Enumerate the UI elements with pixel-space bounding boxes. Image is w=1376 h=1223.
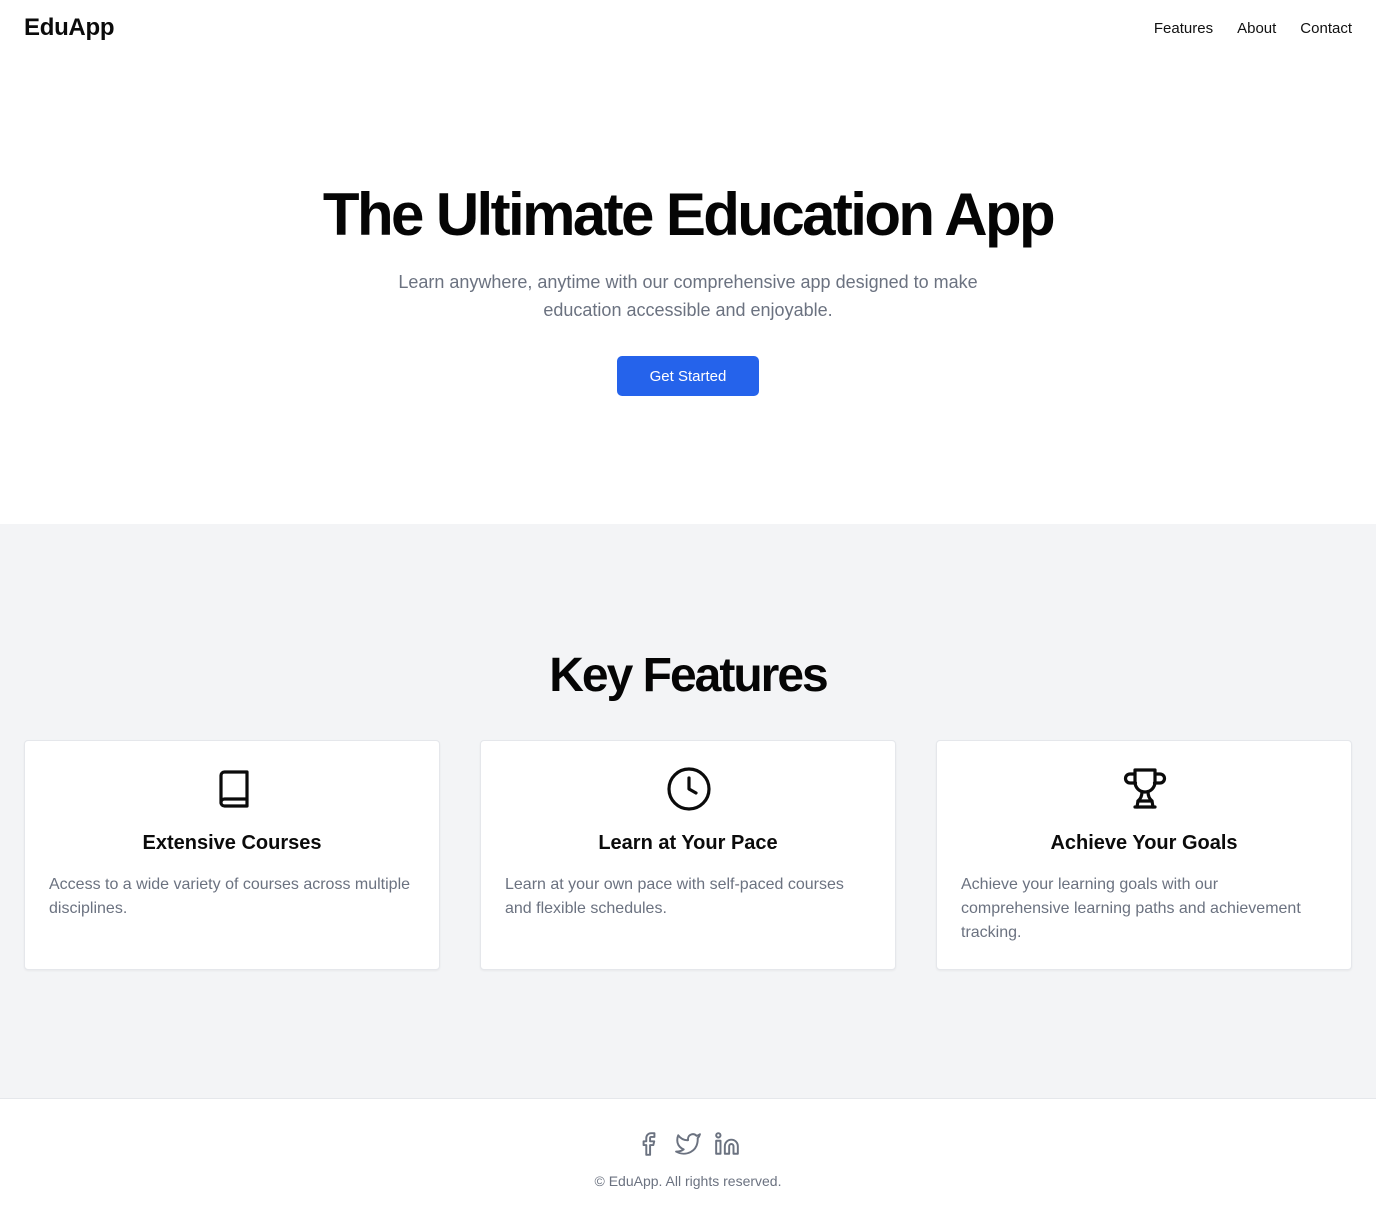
features-section: Key Features Extensive Courses Access to… xyxy=(0,524,1376,1098)
brand-logo[interactable]: EduApp xyxy=(24,14,114,42)
nav-link-contact[interactable]: Contact xyxy=(1300,20,1352,37)
site-header: EduApp Features About Contact xyxy=(0,0,1376,56)
features-title: Key Features xyxy=(549,649,828,702)
feature-description: Access to a wide variety of courses acro… xyxy=(49,876,411,917)
trophy-icon xyxy=(1123,768,1167,809)
hero-subtitle: Learn anywhere, anytime with our compreh… xyxy=(398,272,978,320)
linkedin-icon xyxy=(715,1132,739,1155)
linkedin-link[interactable] xyxy=(714,1131,740,1157)
twitter-link[interactable] xyxy=(675,1131,701,1157)
feature-card-pace: Learn at Your Pace Learn at your own pac… xyxy=(480,740,896,970)
clock-icon xyxy=(667,767,711,811)
hero-section: The Ultimate Education App Learn anywher… xyxy=(0,56,1376,524)
feature-card-courses: Extensive Courses Access to a wide varie… xyxy=(24,740,440,970)
feature-description: Achieve your learning goals with our com… xyxy=(961,876,1301,941)
get-started-button[interactable]: Get Started xyxy=(617,356,759,396)
nav-link-about[interactable]: About xyxy=(1237,20,1276,37)
twitter-icon xyxy=(675,1133,701,1155)
social-links xyxy=(636,1131,740,1157)
feature-title: Extensive Courses xyxy=(142,832,322,854)
site-footer: © EduApp. All rights reserved. xyxy=(0,1098,1376,1223)
book-icon xyxy=(219,770,249,808)
nav-link-features[interactable]: Features xyxy=(1154,20,1213,37)
feature-card-goals: Achieve Your Goals Achieve your learning… xyxy=(936,740,1352,970)
facebook-icon xyxy=(642,1132,656,1156)
feature-title: Achieve Your Goals xyxy=(1050,832,1238,854)
feature-title: Learn at Your Pace xyxy=(598,832,778,854)
copyright-text: © EduApp. All rights reserved. xyxy=(594,1173,782,1189)
facebook-link[interactable] xyxy=(636,1131,662,1157)
hero-title: The Ultimate Education App xyxy=(322,181,1056,248)
feature-description: Learn at your own pace with self-paced c… xyxy=(505,876,844,917)
main-nav: Features About Contact xyxy=(1154,20,1352,37)
